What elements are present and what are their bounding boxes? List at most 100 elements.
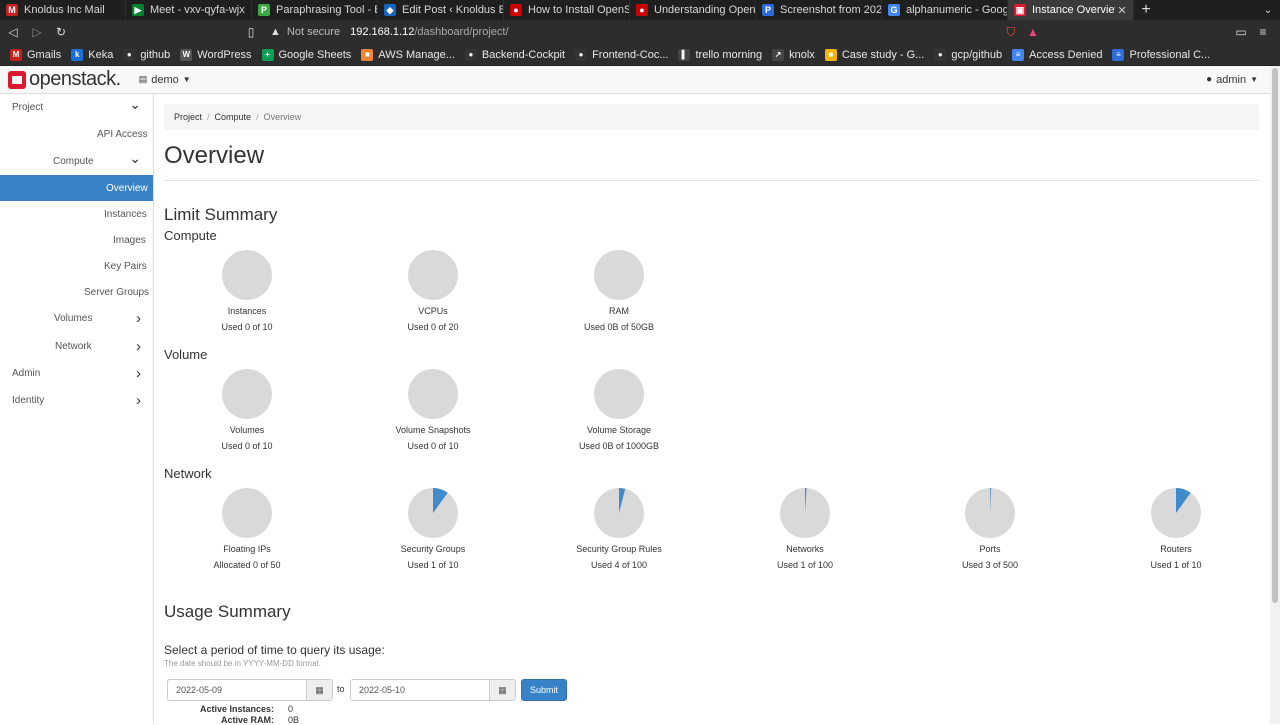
sidebar-item-api-access[interactable]: API Access: [0, 121, 153, 147]
brave-rewards-icon[interactable]: ▲: [1022, 22, 1044, 42]
tab-title: Edit Post ‹ Knoldus Blogs: [402, 4, 503, 16]
new-tab-button[interactable]: +: [1134, 0, 1158, 20]
breadcrumb-project[interactable]: Project: [174, 112, 202, 122]
page-scrollbar[interactable]: [1270, 66, 1280, 724]
keka-icon: k: [71, 48, 84, 61]
menu-icon[interactable]: ≡: [1252, 22, 1274, 42]
browser-tab-bar: M Knoldus Inc Mail ▶ Meet - vxv-qyfa-wjx P Pa…: [0, 0, 1280, 20]
bookmark-icon[interactable]: ▯: [240, 21, 262, 43]
brave-shield-icon[interactable]: ⛉: [1000, 22, 1022, 42]
address-bar[interactable]: ▲ Not secure 192.168.1.12 /dashboard/pro…: [270, 22, 1000, 42]
pie-label: Routers: [1160, 544, 1192, 554]
pie-usage: Used 0 of 10: [221, 322, 273, 332]
openstack-logo[interactable]: openstack.: [8, 68, 121, 91]
pie-routers: Routers Used 1 of 10: [1111, 487, 1241, 570]
tab-title: Meet - vxv-qyfa-wjx: [150, 4, 245, 16]
sidebar-item-server-groups[interactable]: Server Groups: [0, 279, 153, 305]
pie-usage: Used 0 of 10: [221, 441, 273, 451]
browser-tab[interactable]: P Screenshot from 2022: [756, 0, 882, 20]
breadcrumb-current: Overview: [263, 112, 302, 122]
sidebar-item-key-pairs[interactable]: Key Pairs: [0, 253, 153, 279]
browser-tab[interactable]: M Knoldus Inc Mail: [0, 0, 126, 20]
calendar-icon[interactable]: ▦: [489, 680, 515, 700]
sidebar-item-instances[interactable]: Instances: [0, 201, 153, 227]
sidebar-item-volumes[interactable]: Volumes ›: [0, 305, 153, 331]
sidebar-item-images[interactable]: Images: [0, 227, 153, 253]
close-tab-icon[interactable]: ✕: [1115, 4, 1129, 17]
sidebar-item-label: Key Pairs: [104, 260, 147, 272]
pie-label: Volumes: [229, 425, 265, 435]
bookmark-item[interactable]: ↗ knolx: [772, 48, 815, 61]
sidebar-item-identity[interactable]: Identity ›: [0, 387, 153, 413]
pie-label: Security Groups: [400, 544, 466, 554]
browser-tab[interactable]: ▶ Meet - vxv-qyfa-wjx: [126, 0, 252, 20]
bookmark-item[interactable]: M Gmails: [10, 48, 61, 61]
browser-tab[interactable]: P Paraphrasing Tool - Bypass: [252, 0, 378, 20]
breadcrumb-compute[interactable]: Compute: [215, 112, 252, 122]
bookmark-item[interactable]: ● github: [123, 48, 170, 61]
bookmark-item[interactable]: ● gcp/github: [934, 48, 1002, 61]
browser-tab[interactable]: ● How to Install OpenStack: [504, 0, 630, 20]
calendar-icon[interactable]: ▦: [306, 680, 332, 700]
browser-tab[interactable]: ◆ Edit Post ‹ Knoldus Blogs: [378, 0, 504, 20]
submit-button[interactable]: Submit: [521, 679, 567, 701]
scrollbar-thumb[interactable]: [1272, 68, 1278, 603]
bookmark-item[interactable]: ■ AWS Manage...: [361, 48, 455, 61]
wallet-icon[interactable]: ▭: [1230, 22, 1252, 42]
pie-background: [222, 250, 272, 300]
pie-chart: [408, 369, 458, 419]
tab-title: Screenshot from 2022: [780, 4, 881, 16]
start-date-value[interactable]: 2022-05-09: [168, 685, 306, 695]
reload-icon[interactable]: ↻: [50, 21, 72, 43]
sidebar-item-network[interactable]: Network ›: [0, 333, 153, 359]
pie-chart: [222, 369, 272, 419]
bookmark-item[interactable]: ■ Case study - G...: [824, 48, 924, 61]
bookmark-item[interactable]: ≡ Professional C...: [1112, 48, 1210, 61]
paraphrase-icon: P: [258, 4, 270, 16]
browser-tab[interactable]: Galphanumeric - Google: [882, 0, 1008, 20]
pie-instances: Instances Used 0 of 10: [182, 249, 312, 332]
sidebar-item-project[interactable]: Project ⌄: [0, 94, 153, 120]
forward-icon[interactable]: ▷: [26, 21, 48, 43]
project-icon: ▤: [138, 74, 148, 84]
bookmark-item[interactable]: ● Backend-Cockpit: [464, 48, 565, 61]
tab-title: Paraphrasing Tool - Bypass: [276, 4, 377, 16]
bookmark-label: AWS Manage...: [378, 48, 455, 61]
docs-icon: ≡: [1112, 48, 1125, 61]
bookmark-item[interactable]: W WordPress: [180, 48, 252, 61]
start-date-field[interactable]: 2022-05-09 ▦: [167, 679, 333, 701]
bookmark-item[interactable]: + Google Sheets: [261, 48, 351, 61]
pie-usage: Used 0B of 1000GB: [578, 441, 660, 451]
pie-security-group-rules: Security Group Rules Used 4 of 100: [554, 487, 684, 570]
user-icon: ●: [1206, 74, 1213, 85]
url-host: 192.168.1.12: [350, 26, 415, 38]
back-icon[interactable]: ◁: [2, 21, 24, 43]
end-date-value[interactable]: 2022-05-10: [351, 685, 489, 695]
browser-tab[interactable]: ● Understanding OpenStack: [630, 0, 756, 20]
sidebar-item-compute[interactable]: Compute ⌄: [0, 148, 153, 174]
breadcrumb-separator: /: [256, 112, 259, 122]
browser-toolbar: ◁ ▷ ↻ ▯ ▲ Not secure 192.168.1.12 /dashb…: [0, 20, 1280, 44]
sidebar-item-overview[interactable]: Overview: [0, 175, 153, 201]
pie-label: VCPUs: [418, 306, 448, 316]
tab-title: Instance Overview: [1032, 4, 1115, 16]
pie-vcpus: VCPUs Used 0 of 20: [368, 249, 498, 332]
bookmark-item[interactable]: ● Frontend-Coc...: [575, 48, 669, 61]
pie-chart: [408, 488, 458, 538]
period-help-text: The date should be in YYYY-MM-DD format.: [164, 659, 321, 668]
browser-tab[interactable]: ▣ Instance Overview ✕: [1008, 0, 1134, 20]
pie-usage: Used 0 of 10: [407, 441, 459, 451]
pie-background: [222, 369, 272, 419]
project-selector[interactable]: ▤ demo ▼: [139, 74, 191, 86]
bookmark-item[interactable]: ≡ Access Denied: [1012, 48, 1102, 61]
tab-search-icon[interactable]: ⌄: [1256, 0, 1280, 20]
image-viewer-icon: P: [762, 4, 774, 16]
bookmark-label: Frontend-Coc...: [592, 48, 669, 61]
user-menu[interactable]: ● admin ▼: [1206, 74, 1258, 86]
sidebar-item-admin[interactable]: Admin ›: [0, 360, 153, 386]
sidebar-item-label: Overview: [106, 182, 148, 194]
bookmark-item[interactable]: k Keka: [71, 48, 113, 61]
bookmark-item[interactable]: ▌ trello morning: [678, 48, 762, 61]
sheets-icon: +: [261, 48, 274, 61]
end-date-field[interactable]: 2022-05-10 ▦: [350, 679, 516, 701]
